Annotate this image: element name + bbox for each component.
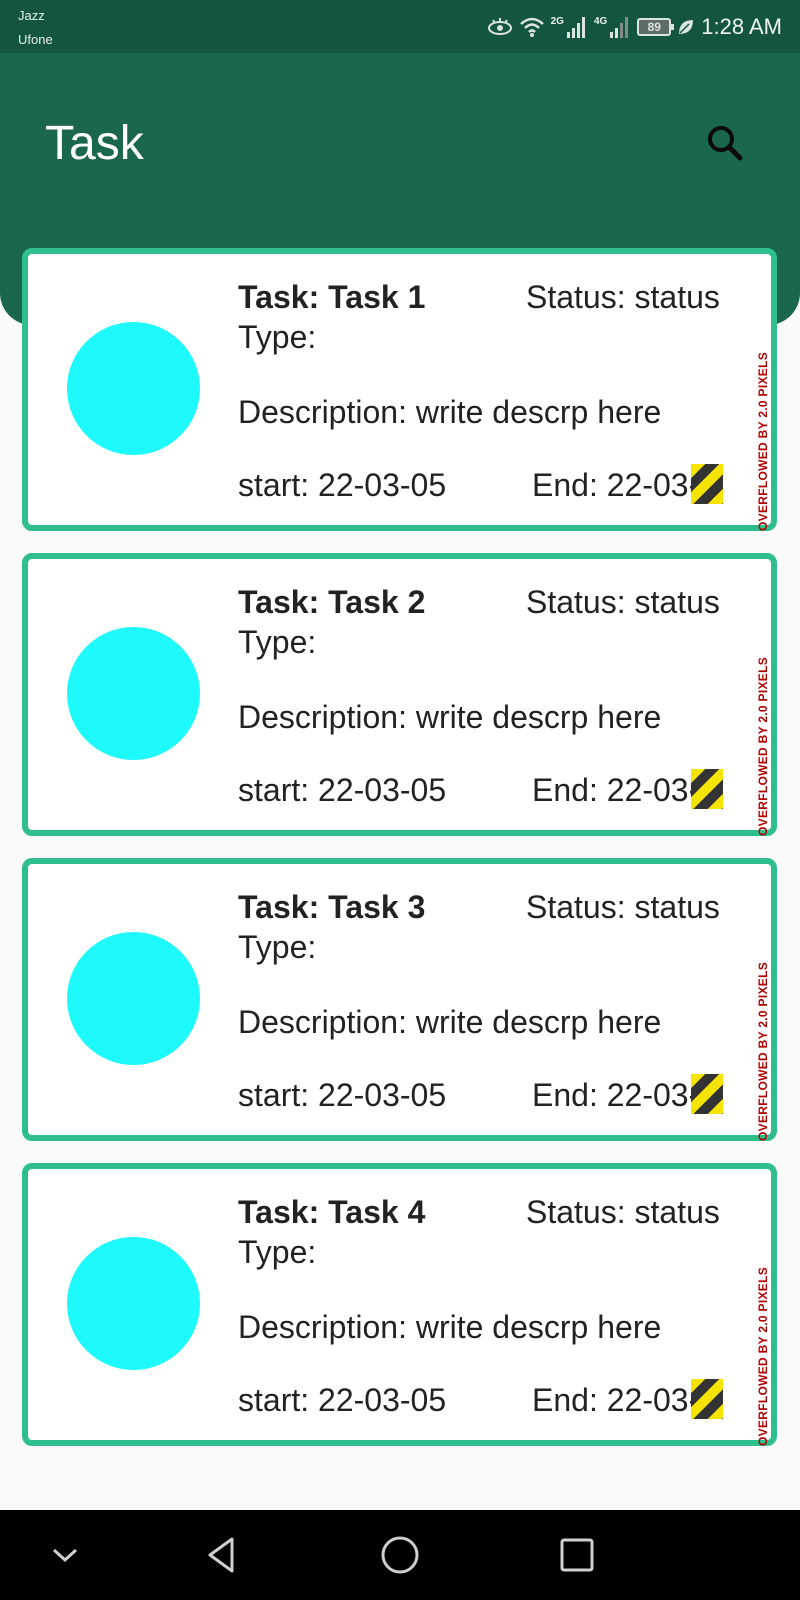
search-icon bbox=[708, 126, 743, 161]
overflow-warning-stripe bbox=[691, 464, 723, 504]
task-type: Type: bbox=[238, 929, 317, 965]
signal-icon bbox=[566, 16, 588, 38]
recents-icon bbox=[560, 1538, 594, 1572]
task-start-date: start: 22-03-05 bbox=[238, 1077, 447, 1113]
task-avatar bbox=[67, 1237, 200, 1370]
page-title: Task bbox=[45, 117, 144, 170]
carrier-label-secondary: Ufone bbox=[18, 32, 53, 47]
overflow-warning-stripe bbox=[691, 1074, 723, 1114]
home-button[interactable] bbox=[375, 1530, 425, 1580]
task-start-date: start: 22-03-05 bbox=[238, 772, 447, 808]
signal-icon-secondary bbox=[609, 16, 631, 38]
task-description: Description: write descrp here bbox=[238, 1309, 662, 1345]
overflow-warning: OVERFLOWED BY 2.0 PIXELS bbox=[757, 1170, 771, 1446]
task-type: Type: bbox=[238, 624, 317, 660]
home-icon bbox=[381, 1536, 419, 1574]
network-type-label-secondary: 4G bbox=[593, 15, 608, 27]
task-card[interactable]: Task: Task 1 Status: status Type: Descri… bbox=[22, 248, 777, 531]
overflow-warning-stripe bbox=[691, 1379, 723, 1419]
overflow-warning-label: OVERFLOWED BY 2.0 PIXELS bbox=[757, 961, 770, 1141]
status-icons: 2G 4G 89 1:28 AM bbox=[487, 10, 782, 44]
overflow-warning-label: OVERFLOWED BY 2.0 PIXELS bbox=[757, 351, 770, 531]
task-card[interactable]: Task: Task 3 Status: status Type: Descri… bbox=[22, 858, 777, 1141]
navigation-bar bbox=[0, 1510, 800, 1600]
task-card[interactable]: Task: Task 4 Status: status Type: Descri… bbox=[22, 1163, 777, 1446]
overflow-warning: OVERFLOWED BY 2.0 PIXELS bbox=[757, 560, 771, 836]
task-status: Status: status bbox=[526, 1194, 720, 1230]
overflow-warning-label: OVERFLOWED BY 2.0 PIXELS bbox=[757, 1266, 770, 1446]
overflow-warning: OVERFLOWED BY 2.0 PIXELS bbox=[757, 255, 771, 531]
task-avatar bbox=[67, 932, 200, 1065]
task-start-date: start: 22-03-05 bbox=[238, 467, 447, 503]
task-type: Type: bbox=[238, 319, 317, 355]
recents-button[interactable] bbox=[552, 1530, 602, 1580]
clock: 1:28 AM bbox=[701, 14, 782, 39]
overflow-warning-stripe bbox=[691, 769, 723, 809]
back-icon bbox=[208, 1537, 234, 1573]
task-description: Description: write descrp here bbox=[238, 394, 662, 430]
task-type: Type: bbox=[238, 1234, 317, 1270]
chevron-down-icon bbox=[52, 1548, 78, 1563]
wifi-icon bbox=[519, 16, 545, 38]
task-avatar bbox=[67, 627, 200, 760]
back-button[interactable] bbox=[197, 1530, 247, 1580]
task-name: Task: Task 1 bbox=[238, 279, 426, 315]
eye-icon bbox=[487, 17, 513, 37]
task-status: Status: status bbox=[526, 584, 720, 620]
battery-icon: 89 bbox=[637, 18, 675, 36]
status-bar: Jazz Ufone 2G 4G 89 1:28 AM bbox=[0, 0, 800, 53]
task-name: Task: Task 4 bbox=[238, 1194, 426, 1230]
hide-keyboard-button[interactable] bbox=[40, 1530, 90, 1580]
carrier-label: Jazz bbox=[18, 8, 45, 23]
task-card[interactable]: Task: Task 2 Status: status Type: Descri… bbox=[22, 553, 777, 836]
task-start-date: start: 22-03-05 bbox=[238, 1382, 447, 1418]
task-status: Status: status bbox=[526, 889, 720, 925]
overflow-warning: OVERFLOWED BY 2.0 PIXELS bbox=[757, 865, 771, 1141]
task-description: Description: write descrp here bbox=[238, 1004, 662, 1040]
task-avatar bbox=[67, 322, 200, 455]
task-name: Task: Task 2 bbox=[238, 584, 426, 620]
task-name: Task: Task 3 bbox=[238, 889, 426, 925]
network-type-label: 2G bbox=[550, 15, 564, 27]
battery-level: 89 bbox=[647, 20, 661, 34]
task-status: Status: status bbox=[526, 279, 720, 315]
task-description: Description: write descrp here bbox=[238, 699, 662, 735]
search-button[interactable] bbox=[700, 118, 750, 168]
leaf-icon bbox=[677, 18, 695, 36]
overflow-warning-label: OVERFLOWED BY 2.0 PIXELS bbox=[757, 656, 770, 836]
